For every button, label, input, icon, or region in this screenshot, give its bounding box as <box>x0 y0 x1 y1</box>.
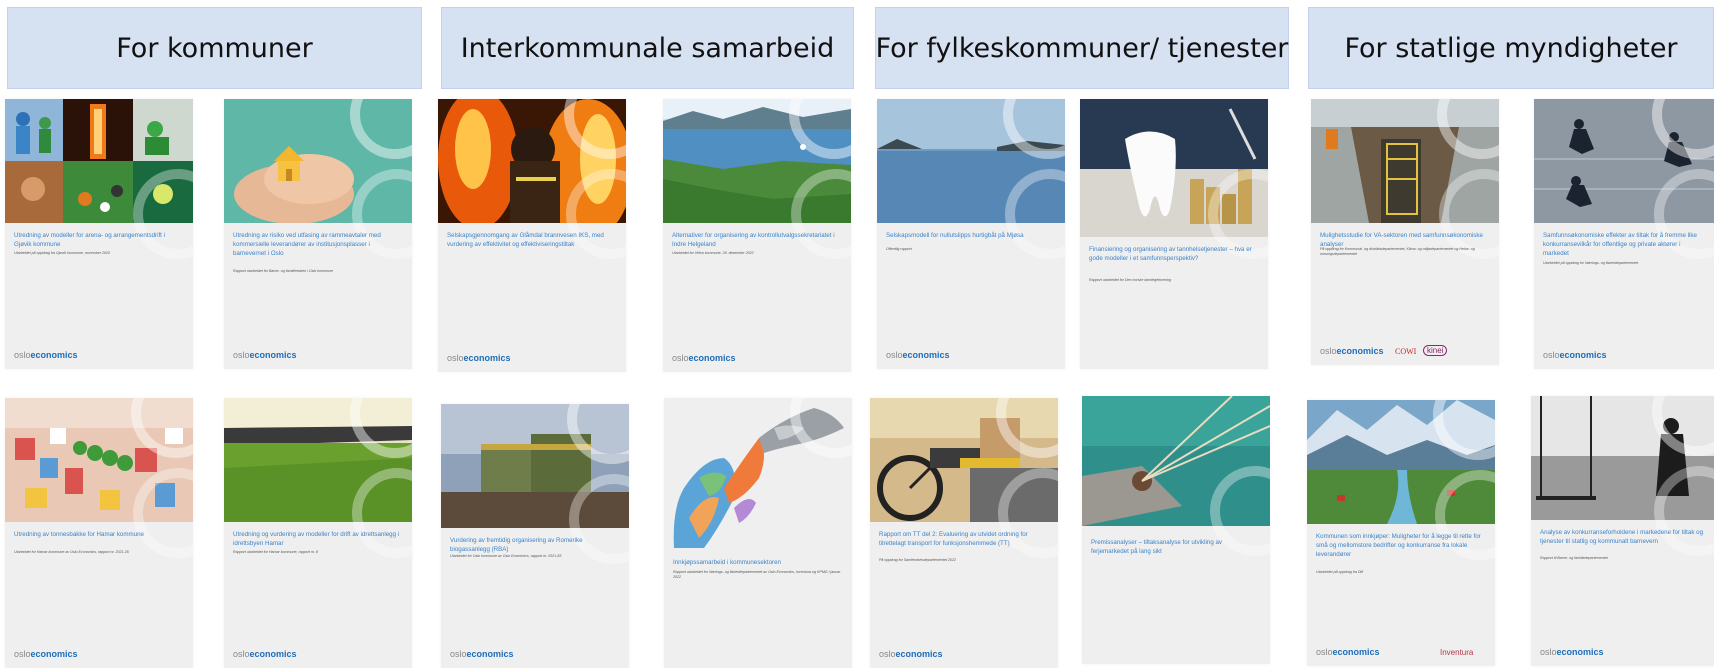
oslo-economics-logo: osloeconomics <box>672 353 736 363</box>
oslo-economics-logo: osloeconomics <box>1320 346 1384 356</box>
report-card[interactable]: Utredning av risiko ved utfasing av ramm… <box>224 99 412 369</box>
partner-logo-kinei: kinei <box>1423 345 1448 356</box>
report-subtitle: Rapport utarbeidet for Barne- og familie… <box>233 269 334 273</box>
partner-logo-inventura: Inventura <box>1440 648 1474 657</box>
report-subtitle: Utarbeidet på oppdrag fra Difi <box>1316 570 1364 574</box>
report-subtitle: På oppdrag for Kommunal- og distriktsdep… <box>1320 247 1475 256</box>
oslo-economics-logo: osloeconomics <box>14 350 78 360</box>
report-subtitle: Utarbeidet for Oslo kommune av Oslo Econ… <box>450 554 562 558</box>
header-interkommunale-samarbeid: Interkommunale samarbeid <box>441 7 854 89</box>
oslo-economics-logo: osloeconomics <box>886 350 950 360</box>
report-card[interactable]: Utredning og vurdering av modeller for d… <box>224 398 412 668</box>
report-title: Utredning av risiko ved utfasing av ramm… <box>233 232 381 257</box>
oslo-economics-logo: osloeconomics <box>450 649 514 659</box>
report-subtitle: Rapport utarbeidet for Den norske tannle… <box>1089 278 1172 282</box>
header-fylkeskommuner: For fylkeskommuner/ tjenester <box>875 7 1289 89</box>
report-title: Analyse av konkurranseforholdene i marke… <box>1540 529 1704 545</box>
report-card[interactable]: Selskapsgjennomgang av Glåmdal brannvese… <box>438 99 626 372</box>
report-title: Vurdering av fremtidig organisering av R… <box>450 537 583 553</box>
report-subtitle: Utarbeidet på oppdrag for Nærings- og fi… <box>1543 261 1639 265</box>
report-card[interactable]: Finansiering og organisering av tannhels… <box>1080 99 1268 369</box>
report-title: Utredning av tonnesbakke for Hamar kommu… <box>14 531 145 538</box>
partner-logo-cowi: COWI <box>1395 347 1417 356</box>
report-subtitle: Utarbeidet for Hamar kommune av Oslo Eco… <box>14 550 129 554</box>
report-subtitle: Utarbeidet for Vefsn kommune, 26. desemb… <box>672 251 754 255</box>
report-subtitle: Offentlig rapport <box>886 247 912 251</box>
report-subtitle: Utarbeidet på oppdrag fra Gjøvik kommune… <box>14 251 110 255</box>
report-card[interactable]: Innkjøpssamarbeid i kommunesektoren Rapp… <box>664 398 852 668</box>
report-title: Innkjøpssamarbeid i kommunesektoren <box>673 559 781 566</box>
header-for-kommuner: For kommuner <box>7 7 422 89</box>
report-subtitle: Rapport til Barne- og familiedepartement… <box>1540 556 1608 560</box>
oslo-economics-logo: osloeconomics <box>233 350 297 360</box>
report-title: Utredning av modeller for arena- og arra… <box>14 232 165 248</box>
oslo-economics-logo: osloeconomics <box>447 353 511 363</box>
report-title: Utredning og vurdering av modeller for d… <box>233 531 400 547</box>
report-title: Samfunnsøkonomiske effekter av tiltak fo… <box>1543 232 1697 257</box>
report-title: Alternativer for organisering av kontrol… <box>672 232 835 248</box>
report-subtitle: På oppdrag for Samferdselsdepartementet … <box>879 558 956 562</box>
report-card[interactable]: Alternativer for organisering av kontrol… <box>663 99 851 372</box>
report-title: Rapport om TT del 2: Evaluering av utvid… <box>879 531 1028 547</box>
report-card[interactable]: Analyse av konkurranseforholdene i marke… <box>1531 396 1714 666</box>
report-title: Selskapsmodell for nullutslipps hurtigbå… <box>886 232 1024 239</box>
oslo-economics-logo: osloeconomics <box>1316 647 1380 657</box>
report-card[interactable]: Utredning av tonnesbakke for Hamar kommu… <box>5 398 193 668</box>
oslo-economics-logo: osloeconomics <box>1540 647 1604 657</box>
report-card[interactable]: Rapport om TT del 2: Evaluering av utvid… <box>870 398 1058 668</box>
report-title: Premissanalyser – tiltaksanalyse for utv… <box>1091 539 1223 555</box>
oslo-economics-logo: osloeconomics <box>14 649 78 659</box>
report-card[interactable]: Premissanalyser – tiltaksanalyse for utv… <box>1082 396 1270 664</box>
oslo-economics-logo: osloeconomics <box>233 649 297 659</box>
report-card[interactable]: Selskapsmodell for nullutslipps hurtigbå… <box>877 99 1065 369</box>
report-subtitle: Rapport utarbeidet for Nærings- og fiske… <box>673 570 841 579</box>
oslo-economics-logo: osloeconomics <box>1543 350 1607 360</box>
report-title: Kommunen som innkjøper: Muligheter for å… <box>1316 533 1481 558</box>
report-card[interactable]: Utredning av modeller for arena- og arra… <box>5 99 193 369</box>
report-card[interactable]: Samfunnsøkonomiske effekter av tiltak fo… <box>1534 99 1714 369</box>
report-card[interactable]: Kommunen som innkjøper: Muligheter for å… <box>1307 400 1495 666</box>
report-subtitle: Rapport utarbeidet for Hamar kommune, ra… <box>233 550 318 554</box>
report-card[interactable]: Mulighetsstudie for VA-sektoren med samf… <box>1311 99 1499 365</box>
report-card[interactable]: Vurdering av fremtidig organisering av R… <box>441 404 629 668</box>
report-title: Selskapsgjennomgang av Glåmdal brannvese… <box>447 232 604 248</box>
oslo-economics-logo: osloeconomics <box>879 649 943 659</box>
report-title: Finansiering og organisering av tannhels… <box>1089 246 1252 262</box>
header-statlige-myndigheter: For statlige myndigheter <box>1308 7 1714 89</box>
